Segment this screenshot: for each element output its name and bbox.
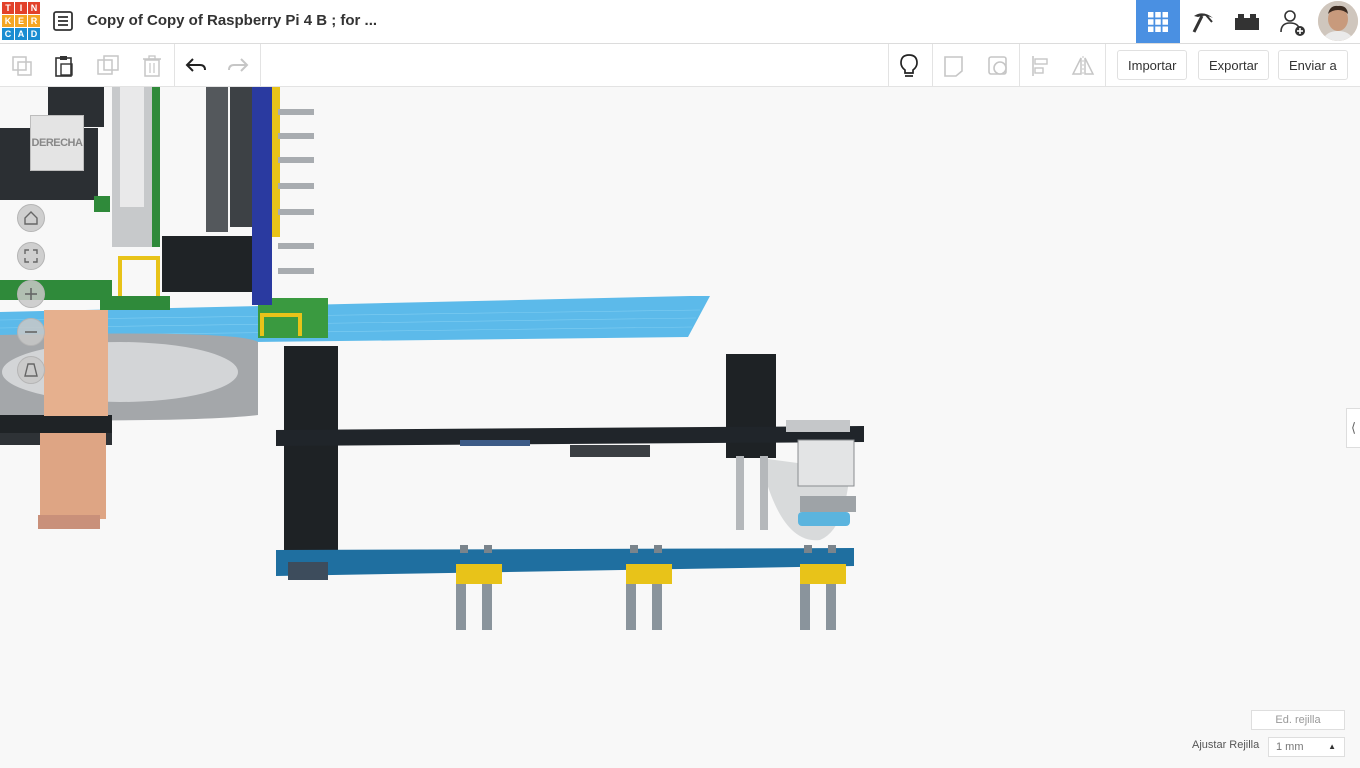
duplicate-icon[interactable] — [94, 52, 122, 80]
send-to-button[interactable]: Enviar a — [1278, 50, 1348, 80]
import-button[interactable]: Importar — [1117, 50, 1188, 80]
black-pillar-part[interactable] — [284, 346, 776, 552]
undo-icon[interactable] — [182, 52, 210, 80]
mirror-icon[interactable] — [1069, 52, 1097, 80]
invite-user-button[interactable] — [1270, 0, 1314, 43]
logo-letter: C — [2, 28, 14, 40]
add-user-icon — [1280, 9, 1305, 36]
3d-viewport[interactable]: DERECHA ⟨ Ed. rejilla Ajustar Rejilla 1 … — [0, 87, 1360, 768]
perspective-icon — [24, 363, 38, 377]
edit-toolbar: Importar Exportar Enviar a — [0, 44, 1360, 87]
toolbar-divider — [932, 44, 933, 87]
bricks-icon — [1235, 13, 1259, 30]
hole-icon[interactable] — [984, 52, 1012, 80]
codeblocks-button[interactable] — [1181, 0, 1225, 43]
logo-letter: E — [15, 15, 27, 27]
logo-letter: R — [28, 15, 40, 27]
snap-grid-label: Ajustar Rejilla — [1192, 739, 1260, 751]
toolbar-divider — [174, 44, 175, 87]
plus-icon — [25, 288, 37, 300]
view-cube[interactable]: DERECHA — [30, 115, 84, 171]
perspective-button[interactable] — [17, 356, 45, 384]
toolbar-divider — [888, 44, 889, 87]
logo-letter: N — [28, 2, 40, 14]
minus-icon — [25, 331, 37, 333]
toolbar-divider — [1105, 44, 1106, 87]
snap-grid-value: 1 mm — [1276, 741, 1304, 753]
toolbar-divider — [260, 44, 261, 87]
redo-icon[interactable] — [224, 52, 252, 80]
export-button[interactable]: Exportar — [1198, 50, 1270, 80]
pickaxe-icon — [1192, 12, 1213, 33]
trash-icon[interactable] — [138, 52, 166, 80]
lower-pcb-part[interactable] — [276, 548, 854, 580]
zoom-out-button[interactable] — [17, 318, 45, 346]
bricks-button[interactable] — [1225, 0, 1269, 43]
3d-design-view-button[interactable] — [1136, 0, 1180, 43]
top-bar: TIN KER CAD Copy of Copy of Raspberry Pi 4… — [0, 0, 1360, 44]
caret-down-icon: ▲ — [1328, 742, 1336, 751]
grid-icon — [1148, 11, 1168, 32]
blue-bar-part[interactable] — [252, 87, 272, 305]
snap-grid-select[interactable]: 1 mm ▲ — [1268, 737, 1345, 757]
logo-letter: K — [2, 15, 14, 27]
design-title[interactable]: Copy of Copy of Raspberry Pi 4 B ; for .… — [87, 12, 377, 29]
fit-icon — [24, 249, 38, 263]
copy-icon[interactable] — [8, 52, 36, 80]
design-list-icon[interactable] — [52, 10, 74, 32]
shape-icon[interactable] — [940, 52, 968, 80]
logo-letter: A — [15, 28, 27, 40]
heatsink-part[interactable] — [112, 87, 252, 247]
home-icon — [24, 211, 38, 225]
logo-letter: I — [15, 2, 27, 14]
zoom-in-button[interactable] — [17, 280, 45, 308]
tinkercad-logo[interactable]: TIN KER CAD — [2, 2, 42, 42]
user-avatar[interactable] — [1318, 1, 1358, 41]
pin-header-fins[interactable] — [278, 109, 314, 274]
toolbar-divider — [1019, 44, 1020, 87]
scene[interactable] — [0, 87, 1360, 768]
black-connector-part[interactable] — [162, 236, 252, 292]
collapse-panel-button[interactable]: ⟨ — [1346, 408, 1360, 448]
chevron-left-icon: ⟨ — [1350, 420, 1357, 435]
fit-view-button[interactable] — [17, 242, 45, 270]
home-view-button[interactable] — [17, 204, 45, 232]
edit-grid-button[interactable]: Ed. rejilla — [1251, 710, 1345, 730]
lightbulb-icon[interactable] — [895, 52, 923, 80]
logo-letter: D — [28, 28, 40, 40]
logo-letter: T — [2, 2, 14, 14]
align-icon[interactable] — [1027, 52, 1055, 80]
paste-icon[interactable] — [50, 52, 78, 80]
